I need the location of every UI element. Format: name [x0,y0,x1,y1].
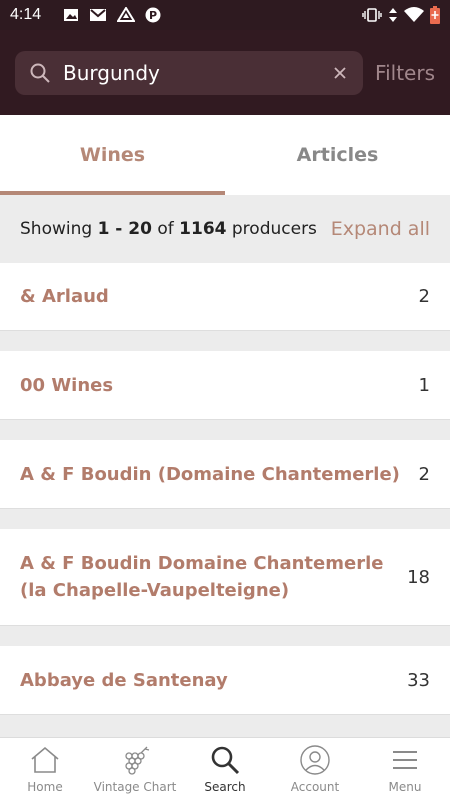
search-icon [30,63,50,83]
nav-account[interactable]: Account [270,738,360,800]
producer-count: 2 [418,286,430,307]
status-time: 4:14 [10,6,42,23]
list-divider [0,420,450,440]
results-count-text: Showing 1 - 20 of 1164 producers [20,219,317,239]
producer-name: A & F Boudin Domaine Chantemerle (la Cha… [20,553,384,601]
list-item[interactable]: 00 Wines 1 [0,351,450,420]
search-icon [211,746,240,775]
nav-label: Menu [388,780,422,794]
nav-search[interactable]: Search [180,738,270,800]
tab-bar: Wines Articles [0,115,450,195]
list-divider [0,331,450,351]
app-header: Filters [0,30,450,115]
clear-icon[interactable] [331,64,349,82]
image-icon [64,9,79,21]
nav-label: Vintage Chart [93,780,177,794]
producer-count: 2 [418,463,430,485]
nav-label: Home [27,780,63,794]
list-item[interactable]: A & F Boudin Domaine Chantemerle (la Cha… [0,529,450,626]
nav-label: Search [204,780,246,794]
list-item[interactable]: & Arlaud 2 [0,263,450,331]
producer-name: Abbaye de Santenay [20,669,228,691]
tab-articles[interactable]: Articles [225,115,450,195]
producer-count: 33 [407,669,430,691]
filters-button[interactable]: Filters [375,61,435,85]
svg-text:P: P [149,9,157,22]
tab-wines[interactable]: Wines [0,115,225,195]
producer-count: 1 [418,374,430,396]
battery-icon [430,6,440,24]
summary-prefix: Showing [20,219,98,239]
summary-of: of [151,219,180,239]
list-divider [0,715,450,735]
menu-icon [393,751,417,769]
list-divider [0,509,450,529]
drive-icon [117,7,136,22]
home-icon [31,746,59,773]
list-item[interactable]: Abbaye de Santenay 33 [0,646,450,715]
producer-name: A & F Boudin (Domaine Chantemerle) [20,463,400,485]
producer-list: & Arlaud 2 00 Wines 1 A & F Boudin (Doma… [0,263,450,735]
summary-range: 1 - 20 [97,219,152,239]
gmail-icon [90,9,107,21]
nav-vintage-chart[interactable]: Vintage Chart [90,738,180,800]
nav-menu[interactable]: Menu [360,738,450,800]
search-input[interactable] [63,60,332,85]
list-divider [0,626,450,646]
vibrate-icon [362,8,382,22]
results-summary: Showing 1 - 20 of 1164 producers Expand … [0,195,450,263]
nav-label: Account [290,780,340,794]
account-icon [300,745,330,775]
data-icon [389,8,397,22]
list-item[interactable]: A & F Boudin (Domaine Chantemerle) 2 [0,440,450,509]
grapes-icon [125,746,150,775]
producer-name: 00 Wines [20,374,114,396]
search-box[interactable] [15,50,364,95]
wifi-icon [404,7,424,22]
p-app-icon: P [145,7,161,23]
summary-suffix: producers [226,219,317,239]
summary-total: 1164 [179,219,227,239]
expand-all-button[interactable]: Expand all [331,218,430,240]
nav-home[interactable]: Home [0,738,90,800]
producer-count: 18 [407,566,430,588]
bottom-nav: Home Vintage Chart Search Account Menu [0,737,450,800]
status-bar: 4:14 P [0,0,450,30]
producer-name: & Arlaud [20,286,109,307]
